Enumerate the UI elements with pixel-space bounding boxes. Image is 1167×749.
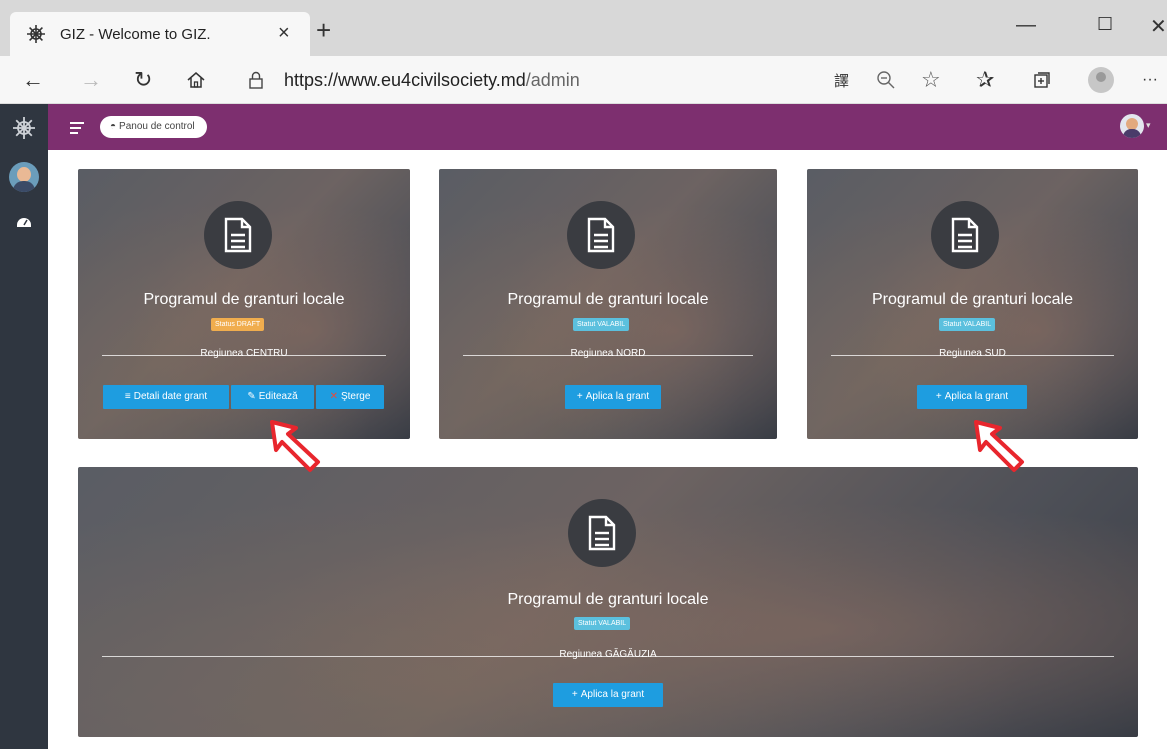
card-title: Programul de granturi locale xyxy=(507,591,709,608)
lock-icon xyxy=(249,71,263,89)
sidebar-user-avatar[interactable] xyxy=(9,162,39,192)
maximize-button[interactable]: ☐ xyxy=(1097,14,1113,35)
region-label: Regiunea CENTRU xyxy=(78,348,410,359)
grant-card: Programul de granturi locale Statut VALA… xyxy=(439,169,777,439)
ship-wheel-logo-icon[interactable] xyxy=(12,116,36,140)
card-title: Programul de granturi locale xyxy=(872,291,1073,308)
grant-details-button[interactable]: ≡ Detali date grant xyxy=(103,385,229,409)
apply-grant-label: Aplica la grant xyxy=(585,391,650,402)
card-title: Programul de granturi locale xyxy=(143,291,345,308)
apply-grant-button[interactable]: + Aplica la grant xyxy=(917,385,1027,409)
card-title: Programul de granturi locale xyxy=(507,291,709,308)
close-icon: ✕ xyxy=(329,391,338,402)
chevron-down-icon[interactable]: ▾ xyxy=(1146,120,1151,131)
apply-grant-label: Aplica la grant xyxy=(580,689,645,700)
refresh-icon[interactable]: ↻ xyxy=(134,68,152,92)
annotation-arrow-icon xyxy=(974,420,1024,472)
region-text: Regiunea CENTRU xyxy=(200,348,288,359)
apply-grant-button[interactable]: + Aplica la grant xyxy=(553,683,663,707)
more-menu-icon[interactable]: ··· xyxy=(1142,68,1158,92)
close-tab-icon[interactable]: × xyxy=(278,22,290,45)
document-icon xyxy=(567,201,635,269)
apply-grant-button[interactable]: + Aplica la grant xyxy=(565,385,661,409)
breadcrumb-label: Panou de control xyxy=(119,121,195,132)
status-badge: Statut VALABIL xyxy=(574,617,631,630)
forward-arrow-icon[interactable]: → xyxy=(80,68,102,92)
browser-window: GIZ - Welcome to GIZ. × + — ☐ ✕ ← → ↻ ht… xyxy=(0,0,1167,749)
home-icon[interactable] xyxy=(186,70,206,90)
status-badge: Status DRAFT xyxy=(211,318,265,331)
dashboard-icon[interactable] xyxy=(16,214,32,228)
region-text: Regiunea SUD xyxy=(939,348,1006,359)
tab-strip: GIZ - Welcome to GIZ. × + — ☐ ✕ xyxy=(0,0,1167,56)
region-label: Regiunea SUD xyxy=(807,348,1138,359)
edit-button[interactable]: ✎ Editează xyxy=(231,385,314,409)
apply-grant-label: Aplica la grant xyxy=(944,391,1009,402)
url-host: https://www.eu4civilsociety.md xyxy=(284,70,526,90)
plus-icon: + xyxy=(576,391,583,402)
favorite-star-icon[interactable]: ☆ xyxy=(921,68,941,92)
annotation-arrow-icon xyxy=(270,420,320,472)
url-path: /admin xyxy=(525,70,580,90)
list-icon: ≡ xyxy=(124,391,131,402)
document-icon xyxy=(204,201,272,269)
url-text: https://www.eu4civilsociety.md/admin xyxy=(284,70,580,91)
grant-card: Programul de granturi locale Status DRAF… xyxy=(78,169,410,439)
user-menu-avatar[interactable] xyxy=(1120,114,1144,138)
plus-icon: + xyxy=(571,689,578,700)
ship-wheel-icon xyxy=(27,25,45,43)
region-label: Regiunea GĂGĂUZIA xyxy=(78,649,1138,660)
close-window-button[interactable]: ✕ xyxy=(1150,14,1167,39)
pencil-icon: ✎ xyxy=(247,391,256,402)
browser-tab[interactable]: GIZ - Welcome to GIZ. × xyxy=(10,12,310,56)
profile-avatar[interactable] xyxy=(1088,67,1114,93)
favorites-list-icon[interactable]: ✰ xyxy=(976,68,994,92)
menu-toggle-icon[interactable] xyxy=(70,122,84,137)
back-arrow-icon[interactable]: ← xyxy=(22,68,44,92)
admin-app: ◓ Panou de control ▾ Programul de grantur… xyxy=(0,104,1167,749)
document-icon xyxy=(568,499,636,567)
delete-button[interactable]: ✕ Şterge xyxy=(316,385,384,409)
status-badge: Statut VALABIL xyxy=(573,318,630,331)
region-text: Regiunea NORD xyxy=(570,348,646,359)
grant-card: Programul de granturi locale Statut VALA… xyxy=(78,467,1138,737)
region-label: Regiunea NORD xyxy=(439,348,777,359)
breadcrumb[interactable]: ◓ Panou de control xyxy=(100,116,207,138)
edit-label: Editează xyxy=(258,391,298,402)
zoom-out-icon[interactable] xyxy=(876,70,896,90)
delete-label: Şterge xyxy=(340,391,371,402)
tab-title: GIZ - Welcome to GIZ. xyxy=(60,26,211,43)
dashboard-icon: ◓ xyxy=(110,121,117,132)
browser-toolbar: ← → ↻ https://www.eu4civilsociety.md/adm… xyxy=(0,56,1167,104)
document-icon xyxy=(931,201,999,269)
minimize-button[interactable]: — xyxy=(1016,14,1036,37)
sidebar xyxy=(0,104,48,749)
plus-icon: + xyxy=(935,391,942,402)
status-badge: Statut VALABIL xyxy=(939,318,996,331)
grant-details-label: Detali date grant xyxy=(133,391,208,402)
region-text: Regiunea GĂGĂUZIA xyxy=(559,649,657,660)
translate-icon[interactable]: 譯 xyxy=(834,70,849,94)
new-tab-button[interactable]: + xyxy=(316,17,331,43)
top-app-bar: ◓ Panou de control ▾ xyxy=(48,104,1167,150)
collections-icon[interactable] xyxy=(1032,70,1052,90)
grant-card: Programul de granturi locale Statut VALA… xyxy=(807,169,1138,439)
